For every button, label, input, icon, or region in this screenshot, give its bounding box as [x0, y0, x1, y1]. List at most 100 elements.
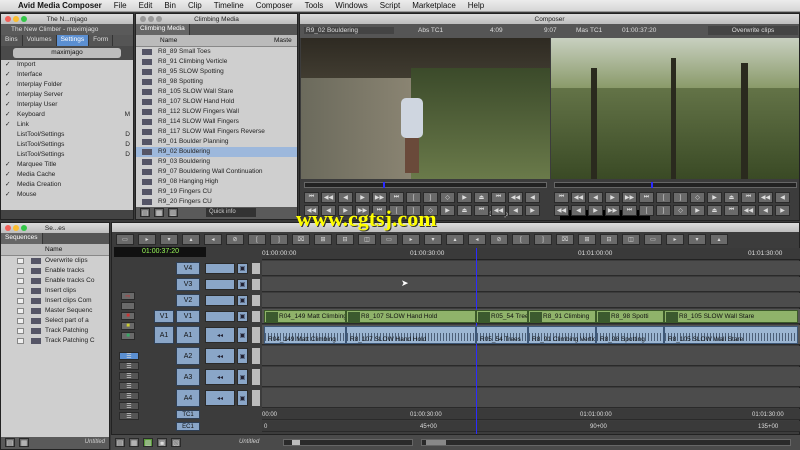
source-control-button[interactable]: ⏮	[474, 205, 489, 216]
minimize-button[interactable]	[13, 225, 19, 231]
record-control-button[interactable]: ⏮	[554, 192, 569, 203]
source-control-button[interactable]: ◇	[440, 192, 455, 203]
track-solo-button[interactable]	[252, 327, 260, 343]
bin-clip-row[interactable]: R9_03 Bouldering	[136, 157, 297, 167]
timeline-ruler[interactable]: 01:00:00:00 01:00:30:00 01:01:00:00 01:0…	[262, 248, 800, 260]
timeline-side-button[interactable]: ☰	[119, 392, 139, 400]
track-lane-v3[interactable]	[262, 277, 800, 292]
record-control-button[interactable]: ▶	[588, 205, 603, 216]
timeline-toolbar-button[interactable]: ⊞	[578, 234, 596, 245]
record-monitor[interactable]	[551, 38, 799, 179]
menu-tools[interactable]: Tools	[299, 1, 330, 10]
track-header-a2[interactable]: A2	[176, 347, 200, 365]
minimize-button[interactable]	[13, 16, 19, 22]
timeline-toolbar-button[interactable]: ▸	[402, 234, 420, 245]
record-control-button[interactable]: ▶	[605, 192, 620, 203]
record-control-button[interactable]: ◀◀	[758, 192, 773, 203]
tab-format[interactable]: Form	[89, 35, 114, 46]
timeline-toolbar-button[interactable]: ◂	[468, 234, 486, 245]
audio-clip[interactable]: R8_105 SLOW Wall Stare	[664, 326, 798, 344]
source-control-button[interactable]: ◀◀	[508, 192, 523, 203]
video-clip[interactable]: R8_98 Spotti	[596, 310, 664, 323]
record-control-button[interactable]: ◀◀	[571, 192, 586, 203]
sequence-row[interactable]: Master Sequenc	[1, 306, 109, 316]
source-track-v1[interactable]: V1	[154, 310, 174, 323]
sequence-checkbox[interactable]	[17, 308, 24, 314]
sequences-column-name[interactable]: Name	[45, 246, 62, 253]
timeline-toolbar-button[interactable]: ⌧	[556, 234, 574, 245]
track-header-v1[interactable]: V1	[176, 310, 200, 323]
track-header-v2[interactable]: V2	[176, 294, 200, 307]
timeline-toolbar-button[interactable]: ▭	[644, 234, 662, 245]
script-view-icon[interactable]: ▥	[168, 208, 178, 217]
menu-app-name[interactable]: Avid Media Composer	[12, 1, 108, 10]
minimize-button[interactable]	[148, 16, 154, 22]
video-clip[interactable]: R8_107 SLOW Hand Hold	[346, 310, 476, 323]
abs-tc-label[interactable]: Abs TC1	[418, 27, 443, 34]
audio-quality-icon[interactable]: ▥	[143, 438, 153, 447]
video-clip[interactable]: R8_91 Climbing	[528, 310, 596, 323]
timeline-toolbar-button[interactable]: ⊟	[336, 234, 354, 245]
menu-composer[interactable]: Composer	[250, 1, 299, 10]
track-lane-a4[interactable]	[262, 388, 800, 408]
timeline-toolbar-button[interactable]: ▭	[116, 234, 134, 245]
text-view-icon[interactable]: ▤	[140, 208, 150, 217]
settings-item[interactable]: ✓ Keyboard M	[1, 110, 133, 120]
source-control-button[interactable]: [	[406, 192, 421, 203]
bin-clip-row[interactable]: R8_112 SLOW Fingers Wall	[136, 107, 297, 117]
source-clip-menu[interactable]: R9_02 Bouldering	[304, 27, 394, 34]
timeline-toolbar-button[interactable]: ◂	[204, 234, 222, 245]
audio-clip[interactable]: R8_98 Spotting	[596, 326, 664, 344]
record-control-button[interactable]: ◀	[588, 192, 603, 203]
sequence-checkbox[interactable]	[17, 338, 24, 344]
bin-clip-row[interactable]: R9_01 Boulder Planning	[136, 137, 297, 147]
timeline-scrollbar[interactable]	[421, 439, 791, 446]
bin-clip-row[interactable]: R8_98 Spotting	[136, 77, 297, 87]
source-monitor[interactable]	[301, 38, 550, 179]
record-control-button[interactable]: ▶	[775, 205, 790, 216]
track-solo-button[interactable]	[252, 295, 260, 306]
tab-volumes[interactable]: Volumes	[23, 35, 57, 46]
sequence-checkbox[interactable]	[17, 298, 24, 304]
track-lock-icon[interactable]: ▣	[237, 295, 248, 306]
video-quality-icon[interactable]: ▦	[129, 438, 139, 447]
sequence-checkbox[interactable]	[17, 268, 24, 274]
source-control-button[interactable]: ◀	[525, 192, 540, 203]
record-control-button[interactable]: ⏭	[622, 205, 637, 216]
timeline-toolbar-button[interactable]: ▭	[380, 234, 398, 245]
timeline-side-button[interactable]: ☰	[119, 372, 139, 380]
smart-tool-icon[interactable]: ■	[121, 332, 135, 340]
record-control-button[interactable]: ◀	[571, 205, 586, 216]
settings-item[interactable]: ✓ Mouse	[1, 190, 133, 200]
settings-item[interactable]: ListTool/Settings D	[1, 150, 133, 160]
track-solo-button[interactable]	[252, 279, 260, 290]
source-control-button[interactable]: ⏏	[457, 205, 472, 216]
timeline-side-button[interactable]: ☰	[119, 362, 139, 370]
settings-item[interactable]: ✓ Media Creation	[1, 180, 133, 190]
video-clip[interactable]: R05_54 Trees	[476, 310, 528, 323]
track-lock-icon[interactable]: ▣	[237, 390, 248, 406]
source-track-a1[interactable]: A1	[154, 326, 174, 344]
track-monitor-icon[interactable]	[205, 263, 235, 274]
source-control-button[interactable]: ▶	[440, 205, 455, 216]
record-control-button[interactable]: ]	[673, 192, 688, 203]
record-position-indicator[interactable]	[651, 182, 653, 188]
timeline-toolbar-button[interactable]: ]	[270, 234, 288, 245]
timeline-toolbar-button[interactable]: ]	[534, 234, 552, 245]
sequence-row[interactable]: Track Patching	[1, 326, 109, 336]
track-monitor-icon[interactable]	[205, 279, 235, 290]
track-monitor-icon[interactable]: ◂◂	[205, 348, 235, 364]
bin-clip-row[interactable]: R9_20 Fingers CU	[136, 197, 297, 207]
source-control-button[interactable]: ◀◀	[491, 205, 506, 216]
sequence-checkbox[interactable]	[17, 318, 24, 324]
track-lock-icon[interactable]: ▣	[237, 348, 248, 364]
source-position-bar[interactable]	[304, 182, 547, 188]
timeline-side-button[interactable]: ☰	[119, 352, 139, 360]
timeline-side-button[interactable]: ☰	[119, 412, 139, 420]
audio-clip[interactable]: R8_91 Climbing Vertic	[528, 326, 596, 344]
source-control-button[interactable]: ◀	[508, 205, 523, 216]
track-lock-icon[interactable]: ▣	[237, 263, 248, 274]
bin-clip-row[interactable]: R8_107 SLOW Hand Hold	[136, 97, 297, 107]
track-header-v4[interactable]: V4	[176, 262, 200, 275]
track-solo-button[interactable]	[252, 390, 260, 406]
